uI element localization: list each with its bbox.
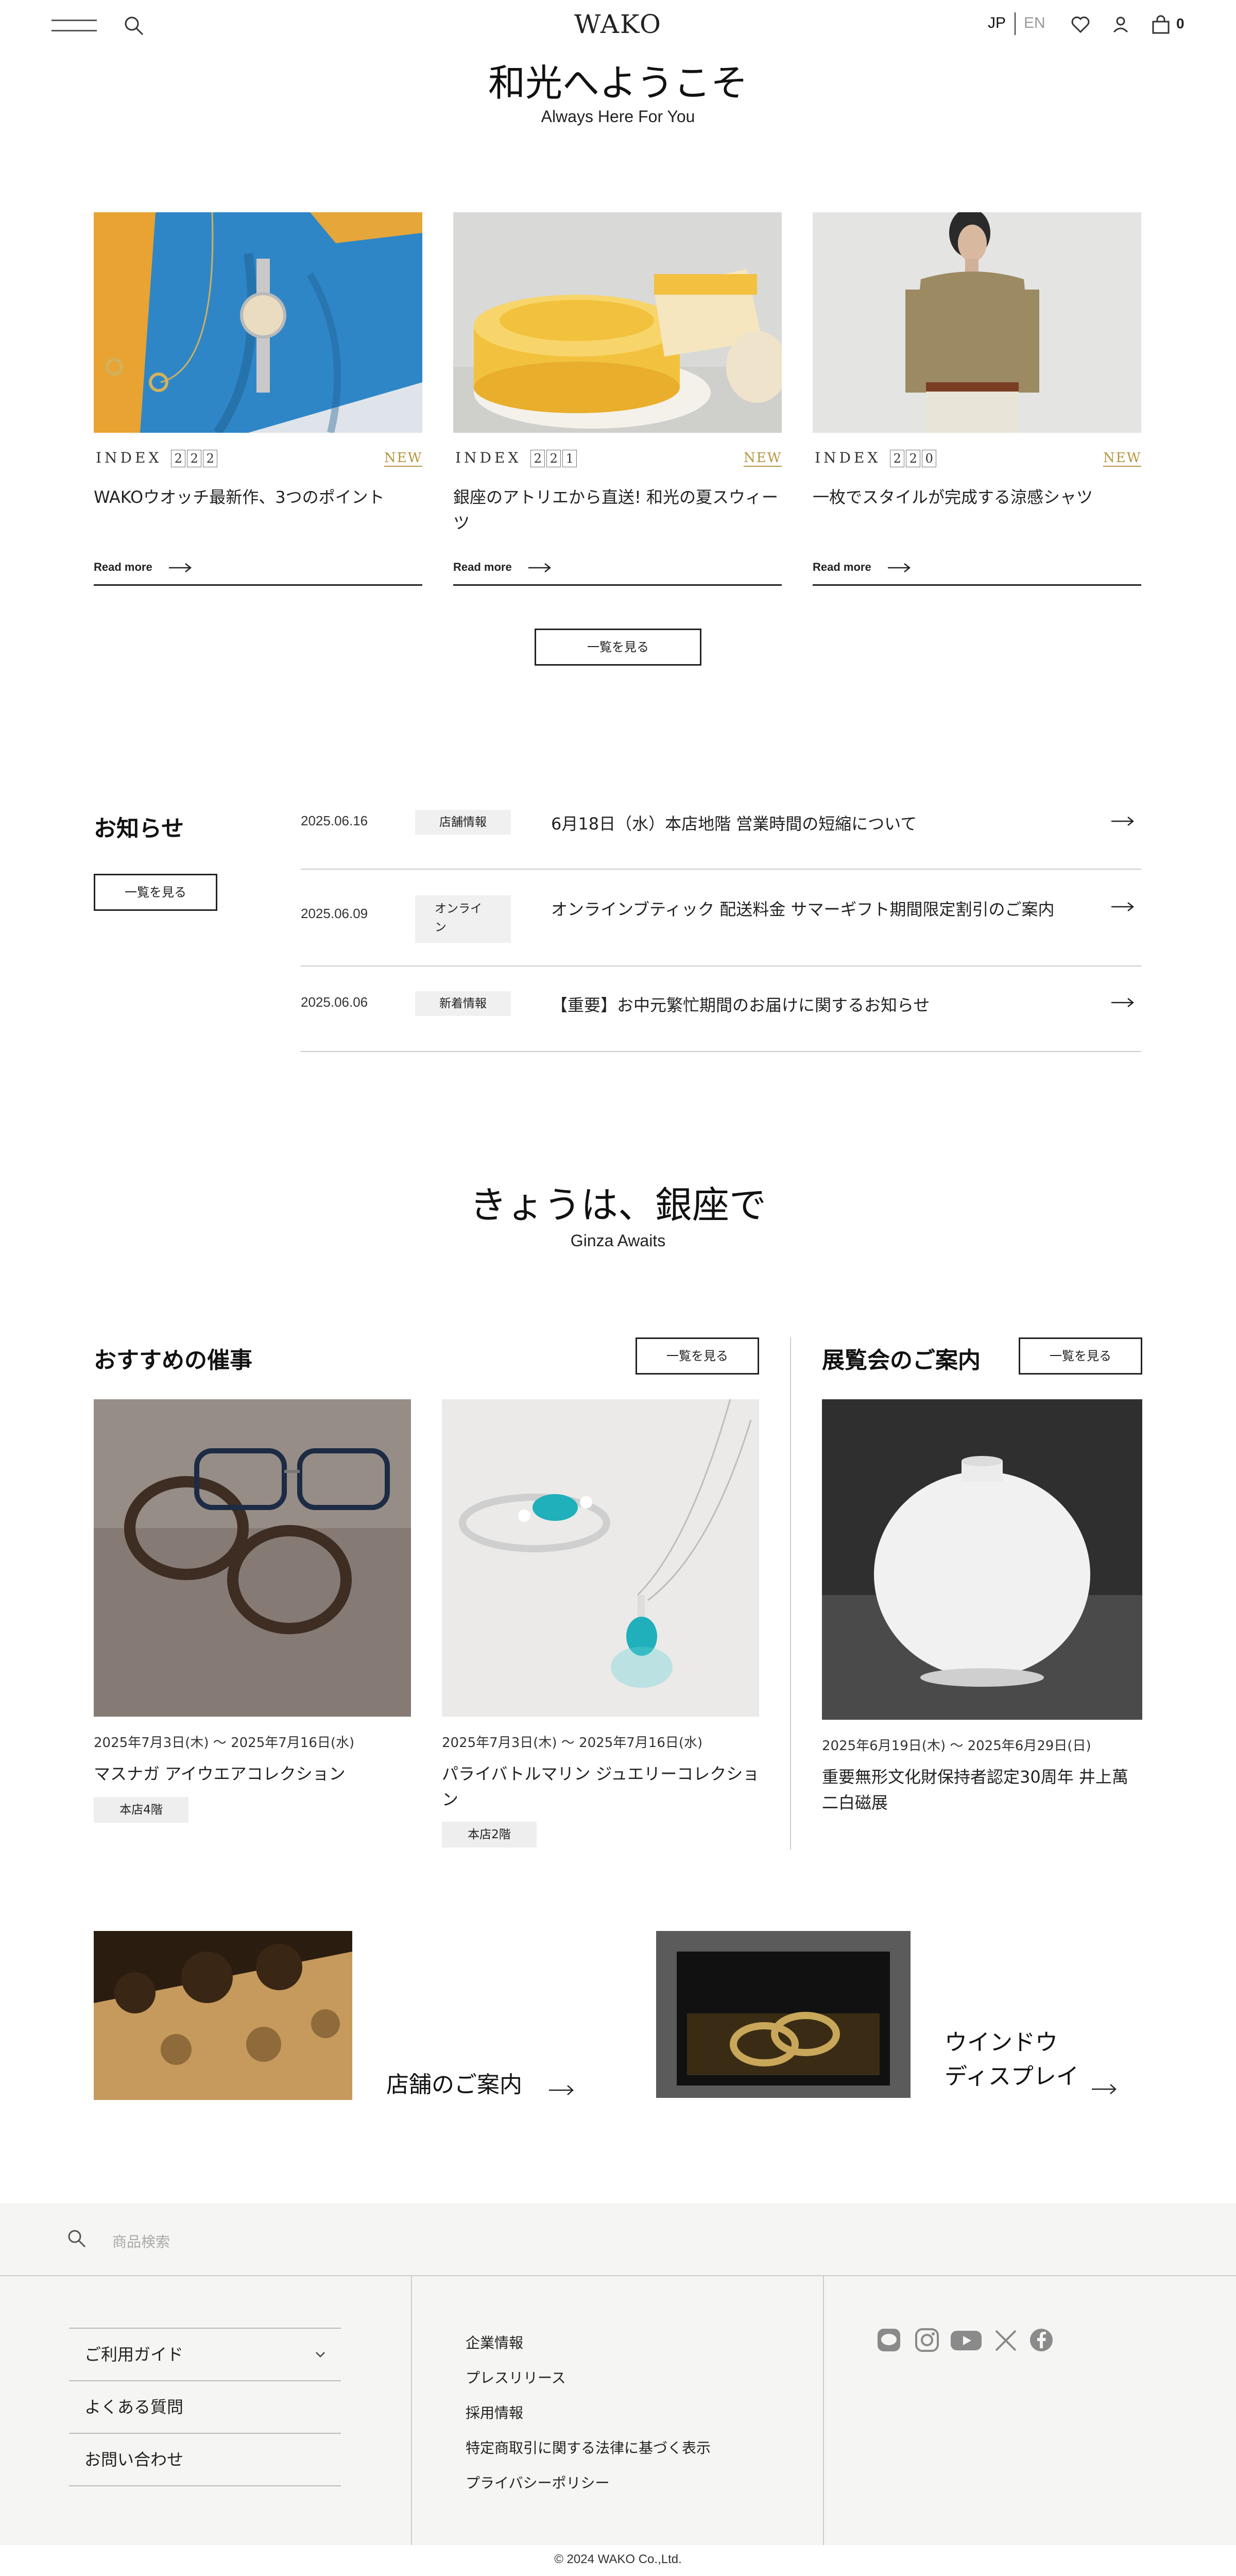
footer-link-legal[interactable]: 特定商取引に関する法律に基づく表示 <box>466 2437 711 2458</box>
card-divider <box>813 584 1141 586</box>
exhibition-title[interactable]: 重要無形文化財保持者認定30周年 井上萬 二白磁展 <box>822 1764 1146 1816</box>
lang-divider <box>1015 12 1016 35</box>
lang-en[interactable]: EN <box>1024 14 1045 32</box>
arrow-right-icon <box>1111 817 1134 826</box>
news-text[interactable]: 6月18日（水）本店地階 営業時間の短縮について <box>551 811 917 835</box>
news-item[interactable]: 2025.06.06 新着情報 【重要】お中元繁忙期間のお届けに関するお知らせ <box>301 987 1141 1023</box>
index-label: INDEX 222 <box>96 449 218 467</box>
copyright: © 2024 WAKO Co.,Ltd. <box>554 2552 682 2566</box>
chevron-down-icon <box>316 2352 325 2358</box>
events-title: おすすめの催事 <box>94 1347 252 1374</box>
x-icon[interactable] <box>994 2329 1018 2352</box>
news-item[interactable]: 2025.06.09 オンライン オンラインブティック 配送料金 サマーギフト期… <box>301 891 1141 943</box>
exhibition-date: 2025年6月19日(木) 〜 2025年6月29日(日) <box>822 1738 1091 1754</box>
events-column-divider <box>790 1337 791 1850</box>
guide-item-faq[interactable]: よくある質問 <box>69 2380 341 2433</box>
footer-link-recruit[interactable]: 採用情報 <box>466 2402 523 2422</box>
read-more-link[interactable]: Read more <box>94 561 152 574</box>
news-item[interactable]: 2025.06.16 店舗情報 6月18日（水）本店地階 営業時間の短縮について <box>301 804 1141 840</box>
exhibitions-view-all-button[interactable]: 一覧を見る <box>1019 1337 1142 1375</box>
news-tag: 店舗情報 <box>415 810 511 835</box>
new-badge: NEW <box>744 450 782 467</box>
footer-divider <box>0 2275 1236 2276</box>
site-logo[interactable]: WAKO <box>0 9 1236 39</box>
news-text[interactable]: オンラインブティック 配送料金 サマーギフト期間限定割引のご案内 <box>551 896 1054 920</box>
read-more-link[interactable]: Read more <box>453 561 512 574</box>
ginza-subtitle: Ginza Awaits <box>570 1231 666 1250</box>
new-badge: NEW <box>384 450 423 467</box>
arrow-right-icon <box>549 2085 574 2095</box>
site-header: WAKO JP EN 0 <box>0 0 1236 52</box>
index-view-all-button[interactable]: 一覧を見る <box>535 629 701 666</box>
news-divider <box>301 869 1141 870</box>
floor-tag: 本店2階 <box>442 1822 537 1848</box>
arrow-right-icon <box>169 563 192 572</box>
footer-link-press[interactable]: プレスリリース <box>466 2367 566 2387</box>
jewelry-image[interactable] <box>442 1399 759 1717</box>
card-title[interactable]: 一枚でスタイルが完成する涼感シャツ <box>813 484 1142 510</box>
heart-icon[interactable] <box>1070 14 1091 35</box>
card-divider <box>94 584 422 586</box>
welcome-subtitle: Always Here For You <box>541 107 695 126</box>
event-title[interactable]: マスナガ アイウエアコレクション <box>94 1761 413 1787</box>
card-title[interactable]: WAKOウオッチ最新作、3つのポイント <box>94 484 423 510</box>
floor-tag: 本店4階 <box>94 1797 188 1823</box>
guide-item-usage[interactable]: ご利用ガイド <box>69 2328 341 2380</box>
news-date: 2025.06.09 <box>301 906 368 921</box>
index-label: INDEX 221 <box>455 449 577 467</box>
bag-icon[interactable] <box>1151 14 1171 35</box>
arrow-right-icon <box>528 563 551 572</box>
store-image[interactable] <box>94 1931 352 2100</box>
sweets-card-image[interactable] <box>453 212 782 433</box>
window-display-image[interactable] <box>656 1931 911 2098</box>
events-view-all-button[interactable]: 一覧を見る <box>636 1337 759 1375</box>
store-guide-link[interactable]: 店舗のご案内 <box>386 2066 522 2099</box>
shirt-card-image[interactable] <box>813 212 1141 433</box>
facebook-icon[interactable] <box>1029 2328 1054 2352</box>
youtube-icon[interactable] <box>951 2330 982 2351</box>
news-text[interactable]: 【重要】お中元繁忙期間のお届けに関するお知らせ <box>551 992 930 1016</box>
news-divider <box>301 965 1141 967</box>
porcelain-image[interactable] <box>822 1399 1142 1720</box>
card-title[interactable]: 銀座のアトリエから直送! 和光の夏スウィーツ <box>453 484 783 536</box>
arrow-right-icon <box>1111 998 1134 1007</box>
news-title: お知らせ <box>94 816 184 842</box>
event-date: 2025年7月3日(木) 〜 2025年7月16日(水) <box>442 1735 703 1751</box>
news-date: 2025.06.06 <box>301 994 368 1010</box>
arrow-right-icon <box>888 563 911 572</box>
footer-link-corporate[interactable]: 企業情報 <box>466 2332 523 2352</box>
arrow-right-icon <box>1111 902 1134 911</box>
event-title[interactable]: パライバトルマリン ジュエリーコレクション <box>442 1761 761 1812</box>
new-badge: NEW <box>1103 450 1142 467</box>
arrow-right-icon <box>1092 2084 1117 2094</box>
window-display-link[interactable]: ウインドウ ディスプレイ <box>945 2026 1079 2094</box>
news-tag: 新着情報 <box>415 991 511 1016</box>
exhibitions-title: 展覧会のご案内 <box>822 1347 981 1374</box>
card-divider <box>453 584 782 586</box>
line-icon[interactable] <box>877 2328 901 2352</box>
read-more-link[interactable]: Read more <box>813 561 871 574</box>
search-icon <box>68 2230 86 2248</box>
product-search-input[interactable]: 商品検索 <box>112 2231 170 2251</box>
user-icon[interactable] <box>1110 14 1131 35</box>
guide-item-contact[interactable]: お問い合わせ <box>69 2433 341 2486</box>
eyewear-image[interactable] <box>94 1399 411 1717</box>
news-date: 2025.06.16 <box>301 813 368 828</box>
news-view-all-button[interactable]: 一覧を見る <box>94 874 217 911</box>
watch-card-image[interactable] <box>94 212 422 433</box>
cart-count: 0 <box>1176 15 1184 31</box>
index-label: INDEX 220 <box>815 449 937 467</box>
event-date: 2025年7月3日(木) 〜 2025年7月16日(水) <box>94 1735 355 1751</box>
welcome-title: 和光へようこそ <box>488 61 748 105</box>
footer-column-divider <box>823 2276 824 2545</box>
footer-column-divider <box>411 2276 412 2545</box>
instagram-icon[interactable] <box>915 2328 939 2352</box>
news-tag: オンライン <box>415 895 511 943</box>
ginza-title: きょうは、銀座で <box>469 1183 766 1227</box>
footer-link-privacy[interactable]: プライバシーポリシー <box>466 2472 609 2493</box>
lang-jp[interactable]: JP <box>988 14 1006 32</box>
news-divider <box>301 1051 1141 1052</box>
